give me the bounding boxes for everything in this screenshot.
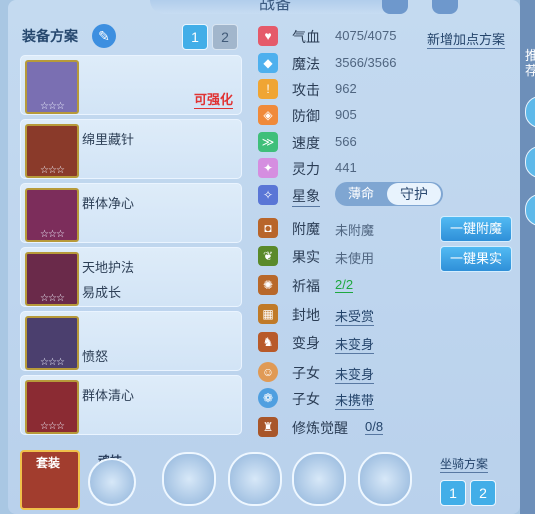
star-sign-icon: ✧ bbox=[258, 185, 278, 205]
fief-icon: ▦ bbox=[258, 304, 278, 324]
skill-name: 绵里藏针 bbox=[82, 132, 135, 147]
stat-value-speed: 566 bbox=[335, 134, 357, 149]
skill-name: 愤怒 bbox=[82, 349, 109, 364]
edit-pencil-icon[interactable]: ✎ bbox=[92, 24, 116, 48]
upgradable-tag: 可强化 bbox=[193, 89, 233, 109]
mount-tab-2[interactable]: 2 bbox=[470, 480, 496, 506]
stat-name-mp: 魔法 bbox=[292, 56, 320, 72]
transform-icon: ♞ bbox=[258, 332, 278, 352]
skill-icon-1: ☆☆☆ bbox=[25, 60, 79, 114]
stat-value-attack: 962 bbox=[335, 81, 357, 96]
skill-icon-4: ☆☆☆ bbox=[25, 252, 79, 306]
extra-name-blessing: 祈福 bbox=[292, 278, 320, 294]
skill-slot-1[interactable]: ☆☆☆ 可强化 bbox=[20, 55, 242, 115]
skill-icon-3: ☆☆☆ bbox=[25, 188, 79, 242]
soul-skill-icon-1[interactable] bbox=[162, 452, 216, 506]
extra-name-fief: 封地 bbox=[292, 307, 320, 323]
extra-value-enchant: 未附魔 bbox=[335, 223, 375, 238]
share-icon[interactable] bbox=[432, 0, 458, 14]
edge-orb-3[interactable] bbox=[525, 194, 535, 226]
extra-name-child-carry: 子女 bbox=[292, 391, 320, 407]
pet-paw-icon: ❁ bbox=[258, 388, 278, 408]
skill-slot-6[interactable]: ☆☆☆ 群体清心 bbox=[20, 375, 242, 435]
stat-value-defense: 905 bbox=[335, 107, 357, 122]
skill-slot-5[interactable]: ☆☆☆ 愤怒 bbox=[20, 311, 242, 371]
stat-value-mp: 3566/3566 bbox=[335, 55, 397, 70]
skill-icon-6: ☆☆☆ bbox=[25, 380, 79, 434]
child-icon: ☺ bbox=[258, 362, 278, 382]
cultivation-icon: ♜ bbox=[258, 417, 278, 437]
add-point-scheme-link[interactable]: 新增加点方案 bbox=[427, 29, 506, 49]
right-edge-bar: 推荐 bbox=[520, 0, 535, 514]
soul-skill-slot-empty-2[interactable] bbox=[358, 452, 412, 506]
stat-name-attack: 攻击 bbox=[292, 82, 320, 98]
spirit-icon: ✦ bbox=[258, 158, 278, 178]
skill-subname: 易成长 bbox=[82, 285, 122, 300]
skill-name: 群体净心 bbox=[82, 196, 135, 211]
extra-value-cultivation[interactable]: 0/8 bbox=[365, 419, 384, 435]
help-icon[interactable] bbox=[382, 0, 408, 14]
defense-icon: ◈ bbox=[258, 105, 278, 125]
star-option-fate[interactable]: 薄命 bbox=[335, 182, 387, 206]
stat-value-hp: 4075/4075 bbox=[335, 28, 397, 43]
skill-slot-2[interactable]: ☆☆☆ 绵里藏针 bbox=[20, 119, 242, 179]
soul-skill-icon-3[interactable] bbox=[292, 452, 346, 506]
star-sign-toggle[interactable]: 薄命 守护 bbox=[335, 182, 443, 206]
star-sign-label[interactable]: 星象 bbox=[292, 186, 320, 207]
hp-icon: ♥ bbox=[258, 26, 278, 46]
stat-name-hp: 气血 bbox=[292, 29, 320, 45]
edge-orb-1[interactable] bbox=[525, 96, 535, 128]
skill-slot-4[interactable]: ☆☆☆ 天地护法 易成长 bbox=[20, 247, 242, 307]
recommend-label: 推荐 bbox=[525, 48, 535, 78]
soul-skill-icon-2[interactable] bbox=[228, 452, 282, 506]
star-option-guard[interactable]: 守护 bbox=[387, 183, 441, 205]
mount-scheme-label[interactable]: 坐骑方案 bbox=[440, 455, 489, 473]
stat-name-speed: 速度 bbox=[292, 135, 320, 151]
skill-name: 天地护法 bbox=[82, 260, 135, 275]
skill-name: 群体清心 bbox=[82, 388, 135, 403]
extra-name-enchant: 附魔 bbox=[292, 221, 320, 237]
window-title: 战备 bbox=[150, 0, 400, 14]
attack-icon: ! bbox=[258, 79, 278, 99]
suit-label: 套装 bbox=[36, 456, 61, 470]
stat-name-spirit: 灵力 bbox=[292, 161, 320, 177]
extra-value-fruit: 未使用 bbox=[335, 251, 375, 266]
extra-value-transform[interactable]: 未变身 bbox=[335, 334, 375, 354]
equip-tab-1[interactable]: 1 bbox=[182, 24, 208, 50]
extra-value-blessing[interactable]: 2/2 bbox=[335, 277, 354, 293]
suit-button[interactable]: 套装 bbox=[20, 450, 80, 510]
soul-skill-slot-empty[interactable] bbox=[88, 458, 136, 506]
extra-value-child-carry[interactable]: 未携带 bbox=[335, 390, 375, 410]
blessing-icon: ✺ bbox=[258, 275, 278, 295]
fruit-icon: ❦ bbox=[258, 246, 278, 266]
equip-scheme-label: 装备方案 bbox=[22, 28, 78, 44]
stat-value-spirit: 441 bbox=[335, 160, 357, 175]
stat-name-defense: 防御 bbox=[292, 108, 320, 124]
speed-icon: ≫ bbox=[258, 132, 278, 152]
extra-name-fruit: 果实 bbox=[292, 249, 320, 265]
skill-icon-2: ☆☆☆ bbox=[25, 124, 79, 178]
mount-tab-1[interactable]: 1 bbox=[440, 480, 466, 506]
skill-slot-3[interactable]: ☆☆☆ 群体净心 bbox=[20, 183, 242, 243]
extra-value-child[interactable]: 未变身 bbox=[335, 364, 375, 384]
one-click-enchant-button[interactable]: 一键附魔 bbox=[440, 216, 512, 242]
extra-name-cultivation: 修炼觉醒 bbox=[292, 420, 348, 436]
skill-icon-5: ☆☆☆ bbox=[25, 316, 79, 370]
equip-tab-2[interactable]: 2 bbox=[212, 24, 238, 50]
extra-name-child: 子女 bbox=[292, 365, 320, 381]
edge-orb-2[interactable] bbox=[525, 146, 535, 178]
extra-name-transform: 变身 bbox=[292, 335, 320, 351]
enchant-icon: ◘ bbox=[258, 218, 278, 238]
mp-icon: ◆ bbox=[258, 53, 278, 73]
one-click-fruit-button[interactable]: 一键果实 bbox=[440, 246, 512, 272]
extra-value-fief[interactable]: 未受赏 bbox=[335, 306, 375, 326]
